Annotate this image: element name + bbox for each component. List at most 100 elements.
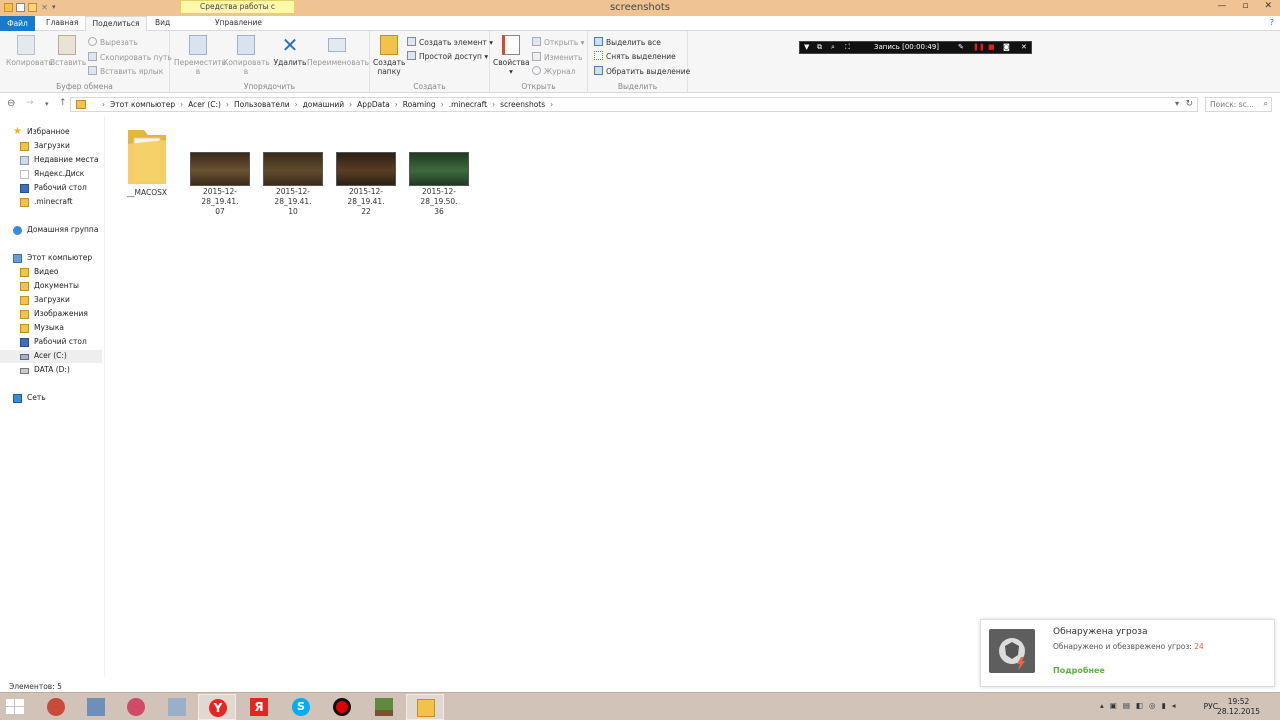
breadcrumb-item[interactable]: AppData xyxy=(357,100,390,109)
open-button[interactable]: Открыть ▾ xyxy=(532,37,584,47)
maximize-button[interactable]: ▫ xyxy=(1242,1,1248,11)
breadcrumb-item[interactable]: Пользователи xyxy=(234,100,290,109)
help-icon[interactable]: ? xyxy=(1270,18,1274,27)
search-input[interactable]: Поиск: sc... ⌕ xyxy=(1205,97,1272,112)
details-link[interactable]: Подробнее xyxy=(1053,666,1105,675)
nav-fav-item[interactable]: Яндекс.Диск xyxy=(0,168,102,181)
breadcrumb-separator[interactable]: › xyxy=(395,100,398,109)
image-file-item[interactable]: 2015-12-28_19.41. 07 xyxy=(186,152,254,217)
nav-pc-item[interactable]: Документы xyxy=(0,280,102,293)
taskbar-yandex-browser[interactable]: Y xyxy=(198,694,236,720)
nav-fav-item[interactable]: .minecraft xyxy=(0,196,102,209)
threat-notification[interactable]: Обнаружена угроза Обнаружено и обезвреже… xyxy=(980,619,1275,687)
taskbar-app-1[interactable] xyxy=(37,694,75,720)
refresh-icon[interactable]: ↻ xyxy=(1185,99,1193,109)
copy-button[interactable]: Копировать xyxy=(6,35,53,67)
up-button[interactable]: ↑ xyxy=(59,98,67,108)
breadcrumb-item[interactable]: Roaming xyxy=(403,100,436,109)
nav-pc-item[interactable]: Музыка xyxy=(0,322,102,335)
history-button[interactable]: Журнал xyxy=(532,66,576,76)
taskbar-explorer[interactable] xyxy=(406,694,444,720)
breadcrumb-item[interactable]: Acer (C:) xyxy=(188,100,221,109)
image-file-item[interactable]: 2015-12-28_19.41. 22 xyxy=(332,152,400,217)
taskbar-app-2[interactable] xyxy=(77,694,115,720)
taskbar-app-3[interactable] xyxy=(117,694,155,720)
tab-share[interactable]: Поделиться xyxy=(85,16,147,32)
nav-fav-item[interactable]: Рабочий стол xyxy=(0,182,102,195)
folder-item[interactable]: __MACOSX xyxy=(113,124,181,198)
invert-selection-button[interactable]: Обратить выделение xyxy=(594,66,690,76)
nav-pc-item[interactable]: Загрузки xyxy=(0,294,102,307)
breadcrumb-separator[interactable]: › xyxy=(349,100,352,109)
nav-homegroup[interactable]: Домашняя группа xyxy=(0,224,102,237)
nav-fav-item[interactable]: Загрузки xyxy=(0,140,102,153)
minimize-button[interactable]: — xyxy=(1217,1,1226,11)
forward-button[interactable]: → xyxy=(26,98,34,108)
nav-network[interactable]: Сеть xyxy=(0,392,102,405)
tab-home[interactable]: Главная xyxy=(46,18,78,27)
breadcrumb-separator[interactable]: › xyxy=(441,100,444,109)
rename-button[interactable]: Переименовать xyxy=(307,35,369,67)
delete-button[interactable]: ✕ Удалить xyxy=(273,35,307,67)
taskbar-skype[interactable]: S xyxy=(282,694,320,720)
nav-pc-item[interactable]: Видео xyxy=(0,266,102,279)
fullscreen-icon[interactable]: ⛶ xyxy=(845,43,850,52)
breadcrumb-item[interactable]: Этот компьютер xyxy=(110,100,175,109)
nav-fav-item[interactable]: Недавние места xyxy=(0,154,102,167)
tab-view[interactable]: Вид xyxy=(155,18,170,27)
nav-this-pc[interactable]: Этот компьютер xyxy=(0,252,102,265)
close-button[interactable]: ✕ xyxy=(1264,1,1272,11)
recent-locations-button[interactable]: ▾ xyxy=(45,100,49,108)
nav-favorites[interactable]: ★ Избранное xyxy=(0,126,102,139)
breadcrumb-item[interactable]: .minecraft xyxy=(449,100,487,109)
taskbar-recorder[interactable] xyxy=(323,694,361,720)
breadcrumb-separator[interactable]: › xyxy=(180,100,183,109)
camera-icon[interactable]: ◙ xyxy=(1003,43,1010,51)
select-all-button[interactable]: Выделить все xyxy=(594,37,661,47)
copy-path-button[interactable]: Скопировать путь xyxy=(88,52,172,62)
paste-button[interactable]: Вставить xyxy=(50,35,86,67)
nav-pc-item[interactable]: Acer (C:) xyxy=(0,350,102,363)
copy-to-button[interactable]: Копировать в xyxy=(223,35,270,76)
tab-manage[interactable]: Управление xyxy=(215,18,262,27)
new-item-button[interactable]: Создать элемент ▾ xyxy=(407,37,493,47)
pause-icon[interactable]: ❚❚ xyxy=(973,43,985,51)
windows-start-button[interactable] xyxy=(4,698,26,716)
breadcrumb-separator[interactable]: › xyxy=(295,100,298,109)
pencil-icon[interactable]: ✎ xyxy=(958,43,964,51)
tray-icons[interactable]: ▴▣▤◧◎▮◂ xyxy=(1100,701,1181,710)
clock[interactable]: 19:52 28.12.2015 xyxy=(1217,697,1260,717)
properties-button[interactable]: Свойства ▾ xyxy=(493,35,530,76)
nav-pc-item[interactable]: Изображения xyxy=(0,308,102,321)
window-icon[interactable]: ⧉ xyxy=(817,43,822,52)
address-bar[interactable]: › Этот компьютер › Acer (C:) › Пользователи › д… xyxy=(70,97,1198,112)
tab-file[interactable]: Файл xyxy=(0,16,35,31)
paste-shortcut-button[interactable]: Вставить ярлык xyxy=(88,66,163,76)
breadcrumb-separator[interactable]: › xyxy=(492,100,495,109)
cut-button[interactable]: Вырезать xyxy=(88,37,138,47)
edit-button[interactable]: Изменить xyxy=(532,52,582,62)
select-none-button[interactable]: Снять выделение xyxy=(594,51,676,61)
chevron-down-icon[interactable]: ▼ xyxy=(804,43,809,51)
chevron-down-icon[interactable]: ▾ xyxy=(1175,99,1179,108)
stop-icon[interactable]: ■ xyxy=(988,43,995,51)
back-button[interactable]: ⊖ xyxy=(7,98,15,109)
image-file-item[interactable]: 2015-12-28_19.41. 10 xyxy=(259,152,327,217)
breadcrumb-separator[interactable]: › xyxy=(226,100,229,109)
close-icon[interactable]: ✕ xyxy=(1021,43,1027,51)
zoom-icon[interactable]: ⌕ xyxy=(831,43,835,52)
taskbar-minecraft[interactable] xyxy=(365,694,403,720)
new-folder-button[interactable]: Создать папку xyxy=(373,35,405,76)
breadcrumb-item[interactable]: screenshots xyxy=(500,100,545,109)
breadcrumb-separator[interactable]: › xyxy=(550,100,553,109)
search-icon[interactable]: ⌕ xyxy=(1264,99,1268,109)
taskbar-yandex[interactable]: Я xyxy=(240,694,278,720)
language-indicator[interactable]: РУС xyxy=(1204,702,1218,711)
easy-access-button[interactable]: Простой доступ ▾ xyxy=(407,51,488,61)
nav-pc-item[interactable]: DATA (D:) xyxy=(0,364,102,377)
move-to-button[interactable]: Переместить в xyxy=(174,35,226,76)
taskbar-app-4[interactable] xyxy=(158,694,196,720)
image-file-item[interactable]: 2015-12-28_19.50. 36 xyxy=(405,152,473,217)
breadcrumb-item[interactable]: домашний xyxy=(303,100,345,109)
nav-pc-item[interactable]: Рабочий стол xyxy=(0,336,102,349)
